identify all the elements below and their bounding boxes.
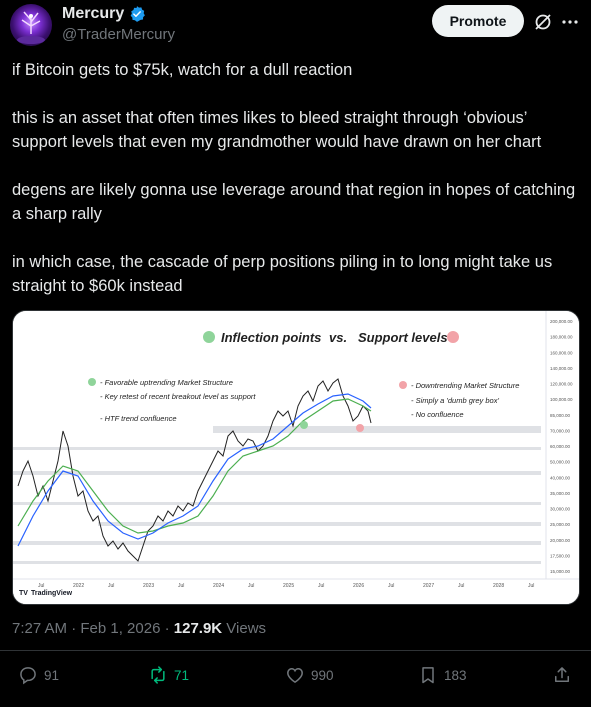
views-count: 127.9K	[173, 620, 223, 637]
chart-heading-right: Support levels	[358, 330, 448, 345]
verified-badge-icon	[130, 6, 146, 22]
support-level-marker	[356, 424, 364, 432]
x-tick-label: Jul	[178, 583, 184, 589]
views-label: Views	[222, 620, 267, 637]
x-tick-label: Jul	[458, 583, 464, 589]
x-tick-label: 2022	[73, 583, 84, 589]
y-tick-label: 180,000.00	[550, 335, 573, 340]
x-axis-ticks: Jul 2022 Jul 2023 Jul 2024 Jul 2025 Jul 2026 Jul 20…	[38, 583, 534, 589]
chart-image[interactable]: Inflection points vs. Support levels - F…	[12, 310, 580, 605]
green-dot-icon	[203, 331, 215, 343]
divider	[0, 650, 591, 651]
y-tick-label: 100,000.00	[550, 397, 573, 402]
x-tick-label: Jul	[38, 583, 44, 589]
chart-svg: Inflection points vs. Support levels - F…	[13, 311, 579, 604]
x-tick-label: Jul	[108, 583, 114, 589]
tweet-paragraph: degens are likely gonna use leverage aro…	[12, 181, 576, 223]
share-button[interactable]	[552, 665, 572, 685]
x-tick-label: 2023	[143, 583, 154, 589]
y-tick-label: 120,000.00	[550, 382, 573, 387]
bookmark-button[interactable]: 183	[418, 665, 467, 685]
chart-heading-vs: vs.	[329, 330, 347, 345]
x-tick-label: 2027	[423, 583, 434, 589]
tweet-text: if Bitcoin gets to $75k, watch for a dul…	[12, 58, 582, 298]
green-dot-icon	[88, 378, 96, 386]
bookmark-icon	[422, 667, 434, 684]
heart-icon	[287, 667, 303, 683]
bookmark-count: 183	[444, 667, 467, 683]
grok-icon[interactable]	[533, 12, 553, 32]
tweet-paragraph: if Bitcoin gets to $75k, watch for a dul…	[12, 61, 353, 79]
y-tick-label: 50,000.00	[550, 460, 571, 465]
x-tick-label: Jul	[318, 583, 324, 589]
x-tick-label: 2028	[493, 583, 504, 589]
y-tick-label: 20,000.00	[550, 538, 571, 543]
author-name[interactable]: Mercury	[62, 5, 124, 23]
x-tick-label: 2024	[213, 583, 224, 589]
like-button[interactable]: 990	[285, 665, 334, 685]
chart-watermark: TradingView	[31, 590, 73, 597]
red-dot-icon	[447, 331, 459, 343]
left-note: - Key retest of recent breakout level as…	[100, 392, 256, 401]
x-tick-label: Jul	[528, 583, 534, 589]
y-tick-label: 35,000.00	[550, 491, 571, 496]
avatar[interactable]	[10, 4, 52, 46]
left-note: - HTF trend confluence	[100, 414, 177, 423]
like-count: 990	[311, 667, 334, 683]
tweet-meta: 7:27 AM · Feb 1, 2026 · 127.9K Views	[12, 620, 266, 637]
author-handle[interactable]: @TraderMercury	[62, 26, 175, 43]
tweet-paragraph: in which case, the cascade of perp posit…	[12, 253, 553, 295]
y-tick-label: 40,000.00	[550, 475, 571, 480]
y-tick-label: 25,000.00	[550, 522, 571, 527]
y-tick-label: 30,000.00	[550, 507, 571, 512]
y-tick-label: 60,000.00	[550, 444, 571, 449]
left-note: - Favorable uptrending Market Structure	[100, 378, 233, 387]
action-bar: 91 71 990 183	[0, 665, 591, 699]
repost-count: 71	[174, 667, 190, 683]
right-note: - No confluence	[411, 410, 464, 419]
y-tick-label: 17,500.00	[550, 553, 571, 558]
reply-icon	[20, 667, 36, 685]
x-tick-label: 2026	[353, 583, 364, 589]
repost-icon	[151, 666, 165, 684]
right-note: - Downtrending Market Structure	[411, 381, 519, 390]
y-tick-label: 15,000.00	[550, 569, 571, 574]
x-tick-label: Jul	[248, 583, 254, 589]
tweet-timestamp[interactable]: 7:27 AM · Feb 1, 2026 ·	[12, 620, 174, 637]
reply-button[interactable]: 91	[18, 665, 59, 685]
x-tick-label: Jul	[388, 583, 394, 589]
y-tick-label: 160,000.00	[550, 350, 573, 355]
y-tick-label: 140,000.00	[550, 366, 573, 371]
red-dot-icon	[399, 381, 407, 389]
inflection-point-marker	[300, 421, 308, 429]
tradingview-logo-icon: TV	[19, 590, 28, 597]
y-tick-label: 200,000.00	[550, 319, 573, 324]
author-name-row: Mercury	[62, 5, 146, 23]
reply-count: 91	[44, 667, 60, 683]
tweet-header: Mercury @TraderMercury Promote	[0, 0, 591, 58]
x-tick-label: 2025	[283, 583, 294, 589]
y-tick-label: 70,000.00	[550, 428, 571, 433]
promote-button[interactable]: Promote	[432, 5, 524, 37]
y-tick-label: 85,000.00	[550, 413, 571, 418]
share-icon	[555, 667, 569, 682]
right-note: - Simply a 'dumb grey box'	[411, 396, 499, 405]
more-options-icon[interactable]	[560, 12, 580, 32]
tweet-paragraph: this is an asset that often times likes …	[12, 109, 542, 151]
chart-heading-left: Inflection points	[221, 330, 321, 345]
repost-button[interactable]: 71	[148, 665, 189, 685]
